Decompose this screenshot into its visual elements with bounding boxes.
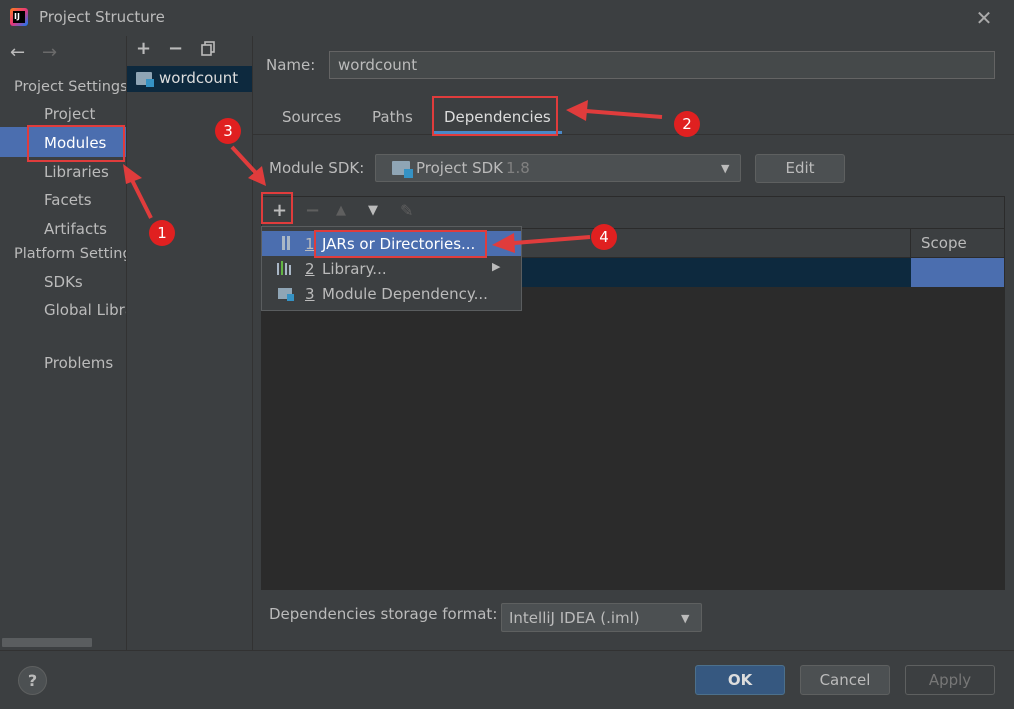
annotation-badge-4: 4 bbox=[591, 224, 617, 250]
annotation-badge-2: 2 bbox=[674, 111, 700, 137]
annotation-badge-1: 1 bbox=[149, 220, 175, 246]
annotation-badge-3: 3 bbox=[215, 118, 241, 144]
annotation-arrows bbox=[123, 100, 663, 253]
